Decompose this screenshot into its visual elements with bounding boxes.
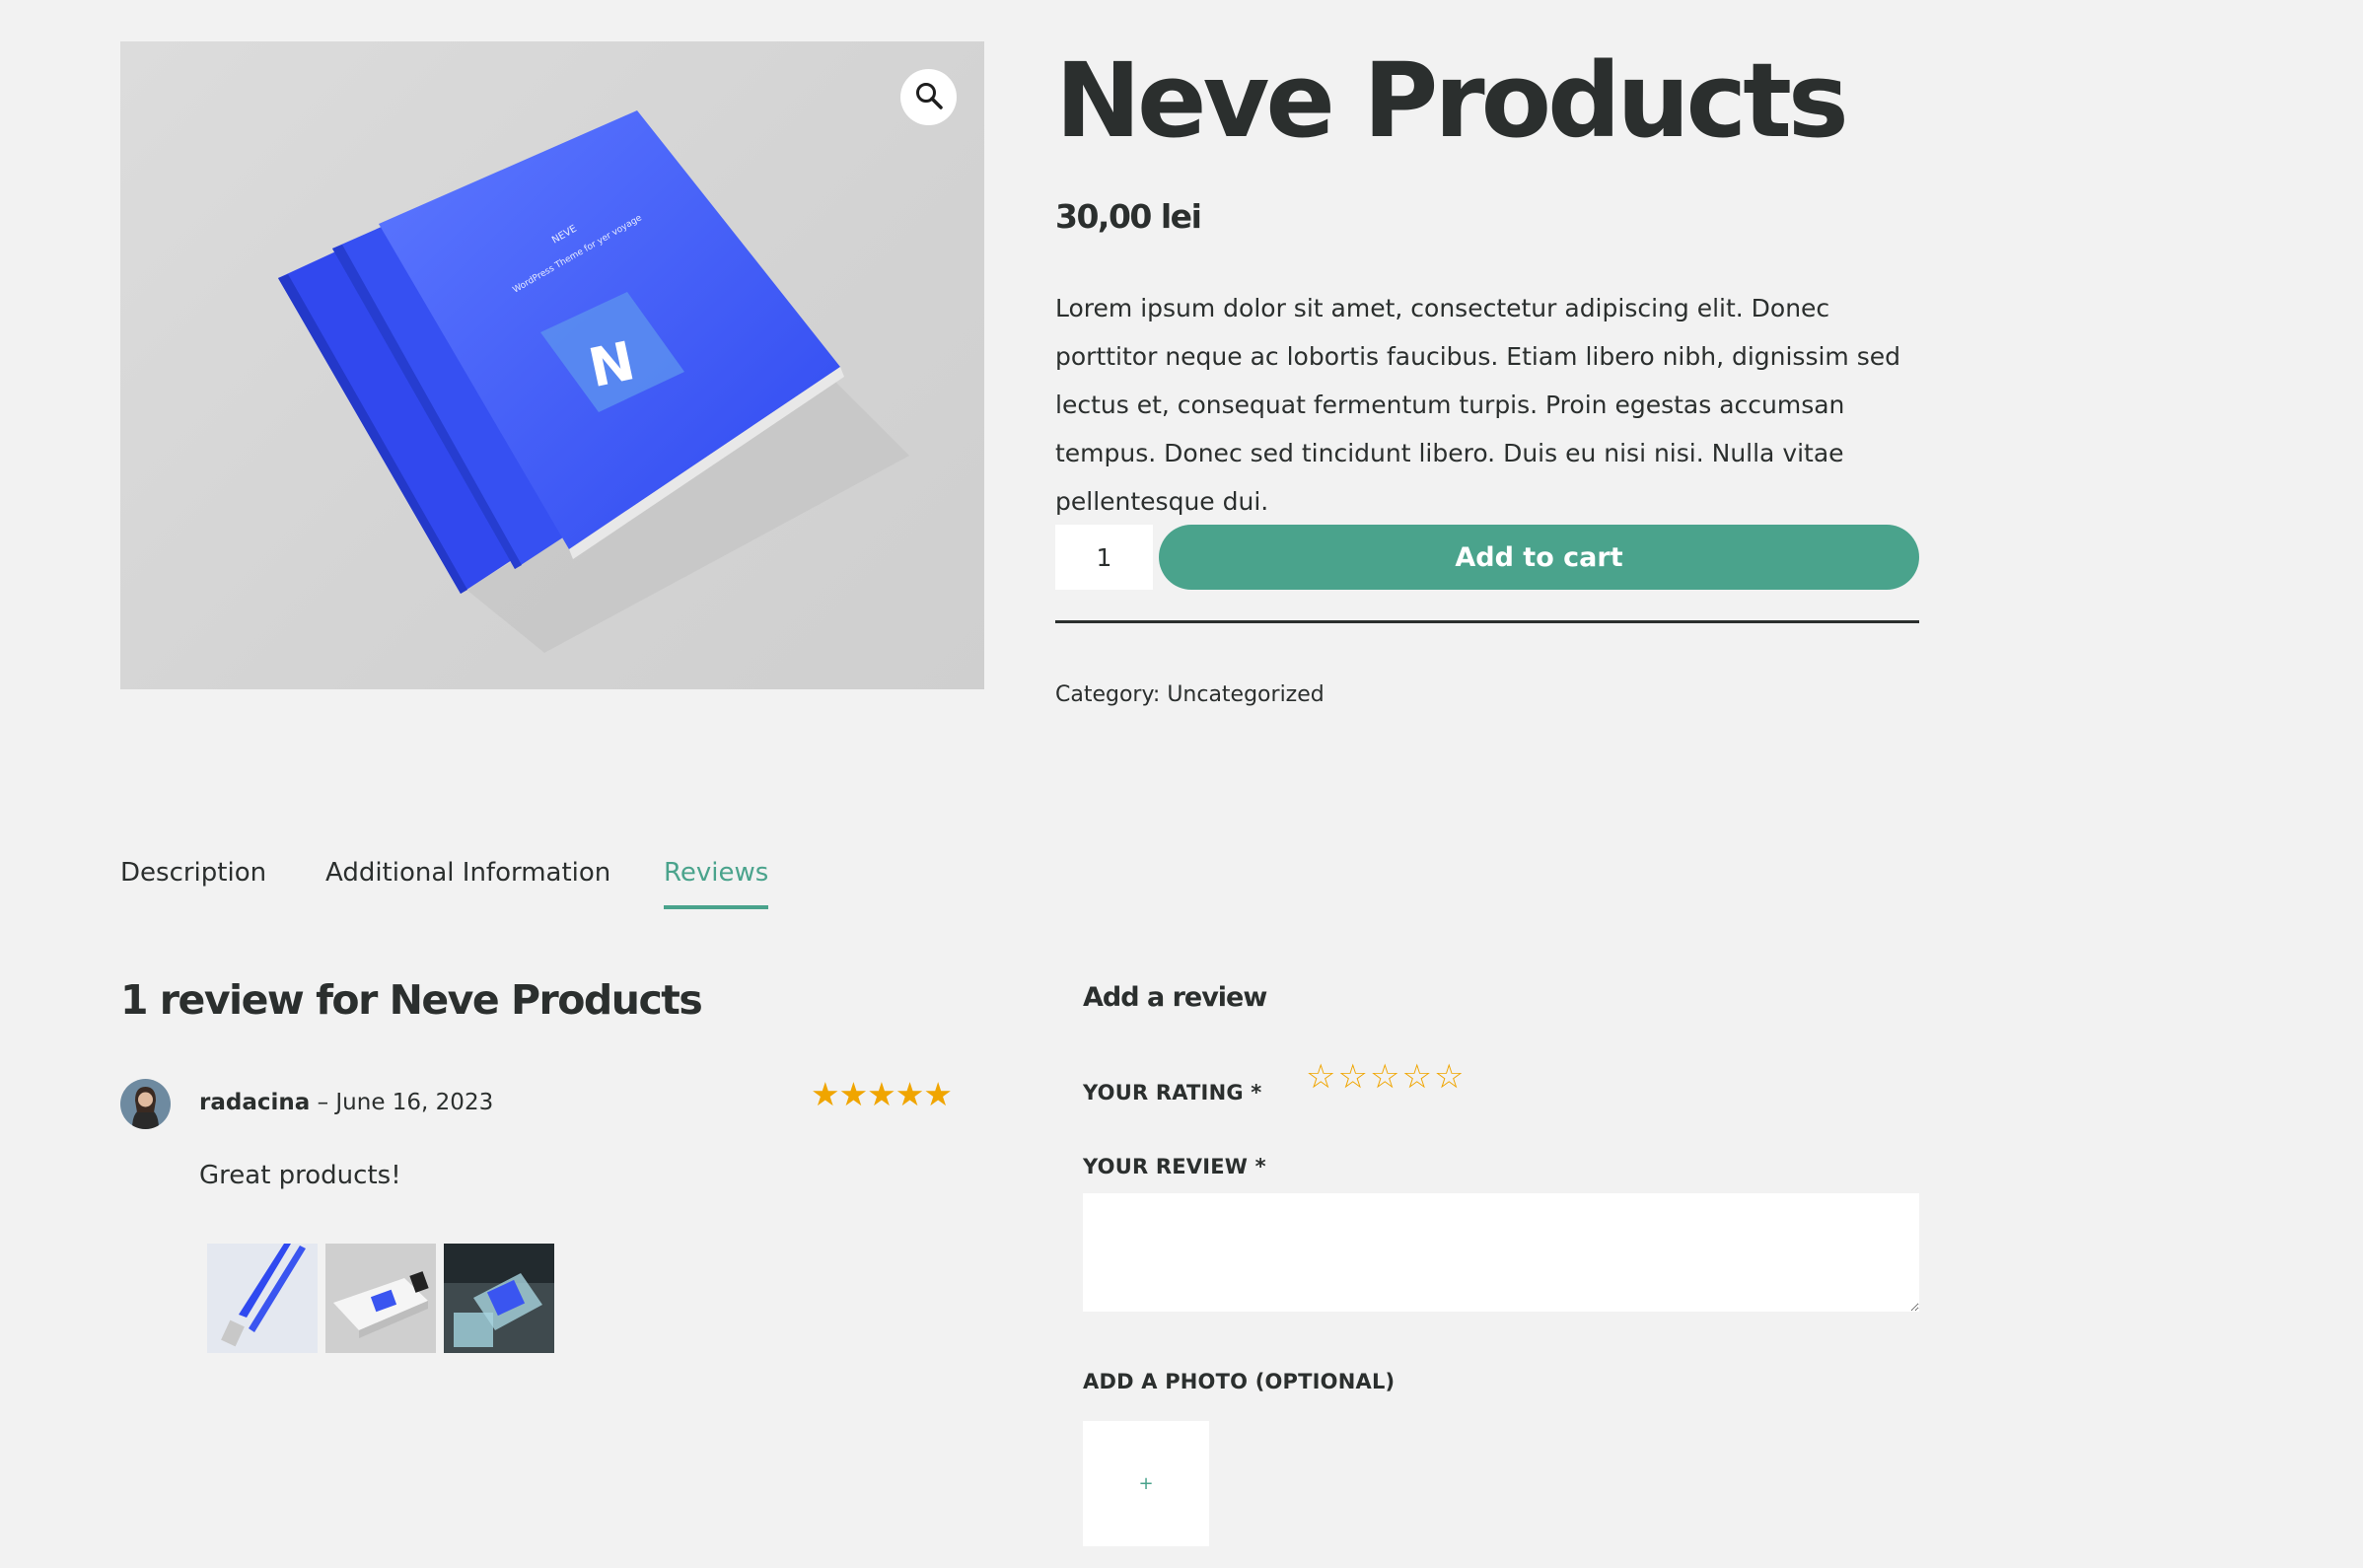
rating-star-5[interactable]: ☆ bbox=[1434, 1057, 1464, 1097]
tab-reviews[interactable]: Reviews bbox=[664, 858, 769, 909]
review-rating-stars: ★★★★★ bbox=[811, 1075, 953, 1113]
rating-star-2[interactable]: ☆ bbox=[1337, 1057, 1367, 1097]
product-price: 30,00 lei bbox=[1055, 197, 1202, 236]
category-label: Category: bbox=[1055, 682, 1161, 707]
product-category: Category: Uncategorized bbox=[1055, 682, 1325, 707]
review-photo-card[interactable] bbox=[444, 1244, 554, 1353]
add-to-cart-button[interactable]: Add to cart bbox=[1159, 525, 1919, 590]
magnifier-icon bbox=[914, 81, 944, 114]
review-photo-powerbank[interactable] bbox=[325, 1244, 436, 1353]
product-divider bbox=[1055, 620, 1919, 623]
reviews-heading: 1 review for Neve Products bbox=[120, 976, 703, 1024]
review-text: Great products! bbox=[199, 1161, 401, 1190]
product-image-booklets: NEVE WordPress Theme for yer voyage N bbox=[278, 110, 909, 653]
review-photo-lanyard[interactable] bbox=[207, 1244, 318, 1353]
product-image[interactable]: NEVE WordPress Theme for yer voyage N bbox=[120, 41, 984, 689]
category-link[interactable]: Uncategorized bbox=[1167, 682, 1324, 707]
review-date: June 16, 2023 bbox=[335, 1090, 494, 1115]
zoom-button[interactable] bbox=[900, 69, 957, 125]
product-description: Lorem ipsum dolor sit amet, consectetur … bbox=[1055, 294, 1901, 516]
rating-star-3[interactable]: ☆ bbox=[1370, 1057, 1399, 1097]
photo-label: ADD A PHOTO (OPTIONAL) bbox=[1083, 1370, 1396, 1393]
review-textarea[interactable] bbox=[1083, 1193, 1919, 1312]
add-photo-button[interactable]: + bbox=[1083, 1421, 1209, 1546]
rating-stars: ☆☆☆☆☆ bbox=[1306, 1057, 1466, 1097]
product-title: Neve Products bbox=[1055, 40, 1849, 161]
rating-star-1[interactable]: ☆ bbox=[1306, 1057, 1335, 1097]
review-author: radacina bbox=[199, 1090, 311, 1115]
rating-star-4[interactable]: ☆ bbox=[1401, 1057, 1431, 1097]
tab-description[interactable]: Description bbox=[120, 858, 266, 905]
review-separator: – bbox=[310, 1090, 336, 1115]
tab-additional-information[interactable]: Additional Information bbox=[325, 858, 610, 905]
rating-label: YOUR RATING * bbox=[1083, 1081, 1262, 1105]
add-review-heading: Add a review bbox=[1083, 982, 1267, 1013]
review-meta: radacina – June 16, 2023 bbox=[199, 1090, 493, 1115]
avatar bbox=[120, 1079, 171, 1129]
quantity-input[interactable] bbox=[1055, 525, 1153, 590]
review-label: YOUR REVIEW * bbox=[1083, 1155, 1266, 1178]
